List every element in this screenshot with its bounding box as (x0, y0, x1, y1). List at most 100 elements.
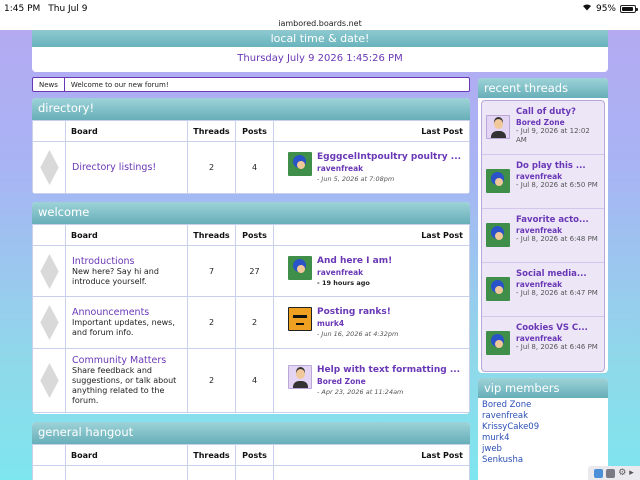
list-item[interactable]: Call of duty? Bored Zone - Jul 9, 2026 a… (482, 101, 604, 155)
header-last-post: Last Post (273, 444, 470, 466)
board-table-header: Board Threads Posts Last Post (32, 444, 470, 466)
board-threads: 2 (187, 348, 236, 413)
board-status-icon (32, 296, 66, 349)
app-icon[interactable] (594, 468, 604, 478)
avatar[interactable] (288, 255, 312, 280)
board-status-icon (32, 141, 66, 194)
recent-thread-date: - Jul 8, 2026 at 6:46 PM (516, 343, 598, 351)
recent-thread-title[interactable]: Social media... (516, 269, 598, 279)
board-description: Important updates, news, and forum info. (72, 318, 175, 337)
mini-toolbar: ⚙ ▸ (588, 466, 640, 480)
list-item[interactable]: Do play this ... ravenfreak - Jul 8, 202… (482, 155, 604, 209)
board-link-directory[interactable]: Directory listings! (72, 162, 187, 173)
list-item[interactable]: Favorite acto... ravenfreak - Jul 8, 202… (482, 209, 604, 263)
recent-thread-title[interactable]: Favorite acto... (516, 215, 598, 225)
last-post-user[interactable]: Bored Zone (317, 377, 460, 386)
table-row: Community Matters Share feedback and sug… (32, 348, 470, 413)
status-date: Thu Jul 9 (48, 3, 88, 14)
recent-threads-title: recent threads (478, 78, 608, 98)
board-posts: 4 (235, 141, 274, 194)
board-status-icon (32, 348, 66, 413)
recent-thread-date: - Jul 8, 2026 at 6:50 PM (516, 181, 598, 189)
recent-threads-panel: recent threads Call of duty? Bored Zone … (478, 78, 608, 373)
category-directory: directory! Board Threads Posts Last Post… (32, 98, 470, 194)
last-post-title[interactable]: EgggcelIntpoultry poultry ... (317, 152, 461, 162)
last-post-cell: Posting ranks! murk4 - Jun 16, 2026 at 4… (273, 296, 470, 349)
recent-thread-user[interactable]: ravenfreak (516, 172, 598, 181)
last-post-date: - 19 hours ago (317, 278, 370, 287)
board-description: New here? Say hi and introduce yourself. (72, 266, 159, 286)
avatar[interactable] (486, 331, 510, 355)
time-date-value: Thursday July 9 2026 1:45:26 PM (237, 53, 403, 64)
url-bar[interactable]: iambored.boards.net (0, 17, 640, 30)
battery-icon (620, 4, 638, 13)
vip-member-link[interactable]: KrissyCake09 (482, 422, 604, 433)
avatar[interactable] (486, 223, 510, 247)
status-time: 1:45 PM (4, 3, 41, 14)
board-link-introductions[interactable]: Introductions (72, 256, 187, 267)
news-ticker: News Welcome to our new forum! (32, 77, 470, 92)
vip-member-link[interactable]: jweb (482, 444, 604, 455)
chevron-right-icon[interactable]: ▸ (629, 468, 634, 478)
category-title[interactable]: directory! (32, 98, 470, 120)
last-post-date: - Apr 23, 2026 at 11:24am (317, 388, 404, 396)
vip-members-panel: vip members Bored Zone ravenfreak Krissy… (478, 378, 608, 480)
last-post-user[interactable]: ravenfreak (317, 268, 392, 277)
recent-thread-date: - Jul 8, 2026 at 6:48 PM (516, 235, 598, 243)
news-tag: News (33, 78, 65, 91)
table-row: Announcements Important updates, news, a… (32, 296, 470, 349)
header-board: Board (65, 120, 188, 142)
recent-thread-title[interactable]: Cookies VS C... (516, 323, 598, 333)
recent-thread-user[interactable]: ravenfreak (516, 226, 598, 235)
vip-members-list: Bored Zone ravenfreak KrissyCake09 murk4… (478, 398, 608, 468)
url-text: iambored.boards.net (278, 19, 362, 28)
avatar[interactable] (288, 365, 312, 389)
last-post-cell: And here I am! ravenfreak - 19 hours ago (273, 245, 470, 297)
board-threads: 7 (187, 245, 236, 297)
category-welcome: welcome Board Threads Posts Last Post In… (32, 202, 470, 414)
board-posts: 4 (235, 348, 274, 413)
board-link-community-matters[interactable]: Community Matters (72, 355, 187, 366)
board-link-announcements[interactable]: Announcements (72, 307, 187, 318)
last-post-title[interactable]: Posting ranks! (317, 307, 398, 317)
avatar[interactable] (288, 307, 312, 331)
last-post-cell: EgggcelIntpoultry poultry ... ravenfreak… (273, 141, 470, 194)
recent-thread-user[interactable]: ravenfreak (516, 334, 598, 343)
recent-thread-title[interactable]: Call of duty? (516, 107, 600, 117)
avatar[interactable] (288, 152, 312, 176)
recent-thread-user[interactable]: ravenfreak (516, 280, 598, 289)
header-posts: Posts (235, 120, 274, 142)
last-post-user[interactable]: murk4 (317, 319, 398, 328)
screen-icon[interactable] (606, 468, 616, 478)
last-post-date: - Jun 5, 2026 at 7:08pm (317, 175, 395, 183)
board-status-icon (32, 245, 66, 297)
header-threads: Threads (187, 444, 236, 466)
avatar[interactable] (486, 169, 510, 193)
gear-icon[interactable]: ⚙ (618, 468, 626, 478)
board-threads: 2 (187, 296, 236, 349)
last-post-title[interactable]: Help with text formatting ... (317, 365, 460, 375)
wifi-icon (582, 3, 592, 14)
vip-member-link[interactable]: Senkusha (482, 455, 604, 466)
category-title[interactable]: welcome (32, 202, 470, 224)
recent-thread-date: - Jul 9, 2026 at 12:02 AM (516, 127, 590, 144)
recent-thread-date: - Jul 8, 2026 at 6:47 PM (516, 289, 598, 297)
battery-percent: 95% (595, 3, 616, 14)
board-table: Board Threads Posts Last Post Introducti… (32, 224, 470, 413)
board-table: Board Threads Posts Last Post Directory … (32, 120, 470, 194)
category-title[interactable]: general hangout (32, 422, 470, 444)
news-message: Welcome to our new forum! (70, 80, 169, 89)
last-post-user[interactable]: ravenfreak (317, 164, 461, 173)
avatar[interactable] (486, 115, 510, 139)
vip-member-link[interactable]: murk4 (482, 433, 604, 444)
recent-thread-title[interactable]: Do play this ... (516, 161, 598, 171)
recent-thread-user[interactable]: Bored Zone (516, 118, 600, 127)
list-item[interactable]: Social media... ravenfreak - Jul 8, 2026… (482, 263, 604, 317)
vip-member-link[interactable]: ravenfreak (482, 411, 604, 422)
last-post-title[interactable]: And here I am! (317, 256, 392, 266)
list-item[interactable]: Cookies VS C... ravenfreak - Jul 8, 2026… (482, 317, 604, 371)
table-row: Introductions New here? Say hi and intro… (32, 245, 470, 297)
avatar[interactable] (486, 277, 510, 301)
vip-member-link[interactable]: Bored Zone (482, 400, 604, 411)
table-row (32, 465, 470, 480)
